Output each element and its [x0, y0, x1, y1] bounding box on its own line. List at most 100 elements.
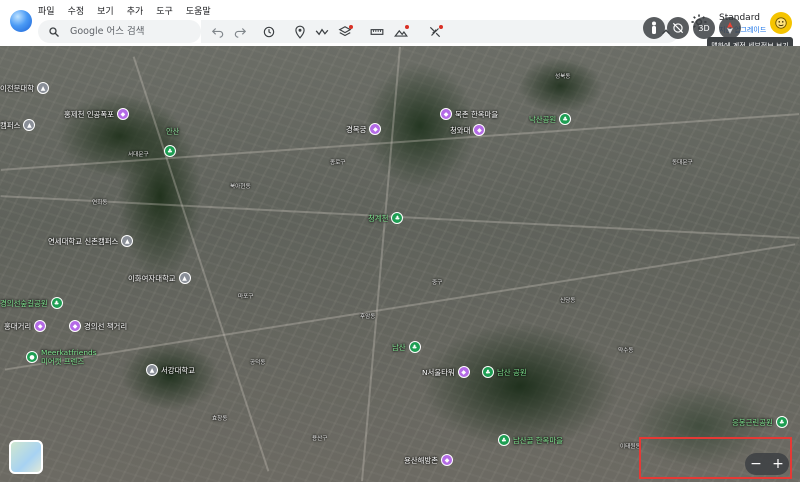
landmark-icon: ◆	[69, 320, 81, 332]
menu-edit[interactable]: 수정	[68, 3, 92, 17]
layers-button[interactable]	[335, 22, 355, 42]
area-label: 용산구	[312, 436, 328, 442]
tilt-icon	[672, 22, 684, 34]
park-icon: ♣	[391, 212, 404, 224]
area-label: 중구	[432, 280, 443, 286]
poi-namsan-hanok[interactable]: ♣ 남산골 한옥마을	[498, 434, 563, 446]
area-label: 종로구	[330, 160, 346, 166]
label-ansan: 안산	[166, 127, 180, 136]
area-label: 이태원동	[620, 444, 641, 450]
redo-button[interactable]	[230, 22, 250, 42]
street-view-button[interactable]	[643, 17, 665, 39]
pegman-icon	[652, 21, 656, 34]
avatar-face-icon	[775, 17, 787, 29]
satellite-tools-button[interactable]	[425, 22, 445, 42]
area-label: 북아현동	[230, 184, 251, 190]
park-icon: ♣	[408, 341, 421, 353]
menu-bar: 파일 수정 보기 추가 도구 도움말	[38, 3, 224, 17]
google-earth-logo[interactable]	[10, 10, 32, 32]
poi-gyeongui-book[interactable]: ◆ 경의선 책거리	[69, 320, 127, 332]
menu-tools[interactable]: 도구	[156, 3, 180, 17]
landmark-icon: ◆	[473, 124, 486, 136]
university-icon: ▲	[178, 272, 191, 284]
placemark-icon	[295, 25, 305, 39]
poi-naksan[interactable]: 낙산공원 ♣	[529, 113, 572, 125]
area-label: 연희동	[92, 200, 108, 206]
menu-add[interactable]: 추가	[127, 3, 151, 17]
avatar[interactable]	[770, 12, 792, 34]
poi-bukchon[interactable]: ◆ 북촌 한옥마을	[440, 108, 498, 120]
area-label: 성북동	[555, 74, 571, 80]
poi-right-park[interactable]: 응봉근린공원 ♣	[732, 416, 788, 428]
map-style-thumbnail[interactable]	[9, 440, 43, 474]
poi-ansan-park[interactable]: ♣	[164, 145, 176, 157]
poi-left-campus[interactable]: 캠퍼스 ▲	[0, 119, 36, 131]
area-label: 서대문구	[128, 152, 149, 158]
path-icon	[315, 28, 329, 36]
landmark-icon: ◆	[369, 123, 382, 135]
poi-yongsan[interactable]: 용산해방촌 ◆	[404, 454, 453, 466]
search-box[interactable]	[38, 20, 201, 43]
draw-path-button[interactable]	[312, 22, 332, 42]
reset-tilt-button[interactable]	[667, 17, 689, 39]
compass-button[interactable]	[719, 17, 741, 39]
university-icon: ▲	[23, 119, 36, 131]
history-button[interactable]	[259, 22, 279, 42]
landmark-icon: ◆	[34, 320, 47, 332]
poi-ewha[interactable]: 이화여자대학교 ▲	[128, 272, 191, 284]
park-icon: ♣	[559, 113, 572, 125]
poi-gyeongbok[interactable]: 경복궁 ◆	[346, 123, 382, 135]
poi-gyeongui-park[interactable]: 경의선숲길공원 ♣	[0, 297, 63, 309]
area-label: 약수동	[618, 348, 634, 354]
poi-meerkat[interactable]: ● Meerkatfriends 미어캣 프렌즈	[26, 348, 97, 366]
road	[132, 56, 270, 472]
area-label: 효창동	[212, 416, 228, 422]
area-label: 마포구	[238, 294, 254, 300]
cafe-icon: ●	[26, 351, 38, 363]
poi-hongjecheon[interactable]: 홍제천 인공폭포 ◆	[64, 108, 129, 120]
undo-button[interactable]	[208, 22, 228, 42]
road	[361, 46, 401, 482]
toggle-3d-button[interactable]: 3D	[693, 17, 715, 39]
park-icon: ♣	[482, 366, 494, 378]
landmark-icon: ◆	[457, 366, 470, 378]
poi-namsan-park[interactable]: ♣ 남산 공원	[482, 366, 527, 378]
poi-namsan[interactable]: 남산 ♣	[392, 341, 421, 353]
university-icon: ▲	[37, 82, 49, 94]
poi-namsan-tower[interactable]: N서울타워 ◆	[422, 366, 470, 378]
landmark-icon: ◆	[116, 108, 129, 120]
zoom-out-button[interactable]: −	[745, 453, 767, 475]
history-icon	[263, 26, 275, 38]
poi-left-univ[interactable]: 이전문대학 ▲	[0, 82, 49, 94]
compass-icon	[727, 22, 733, 34]
poi-cheongwadae[interactable]: 청와대 ◆	[450, 124, 486, 136]
add-placemark-button[interactable]	[290, 22, 310, 42]
menu-help[interactable]: 도움말	[186, 3, 218, 17]
satellite-map[interactable]: 이전문대학 ▲ 캠퍼스 ▲ 홍제천 인공폭포 ◆ 안산 ♣ 연세대학교 신촌캠퍼…	[0, 46, 800, 482]
poi-sogang[interactable]: ▲ 서강대학교	[146, 364, 195, 376]
park-icon: ♣	[50, 297, 63, 309]
zoom-control: − +	[745, 453, 789, 475]
undo-icon	[211, 28, 224, 38]
area-label: 신당동	[560, 298, 576, 304]
university-icon: ▲	[146, 364, 158, 376]
park-icon: ♣	[775, 416, 788, 428]
poi-sinchon[interactable]: 연세대학교 신촌캠퍼스 ▲	[48, 235, 134, 247]
zoom-in-button[interactable]: +	[767, 453, 789, 475]
poi-cheonggye[interactable]: 청계천 ♣	[368, 212, 404, 224]
menu-file[interactable]: 파일	[38, 3, 62, 17]
satellite-notification-dot	[439, 25, 443, 29]
toolbar	[201, 20, 679, 43]
image-overlay-button[interactable]	[391, 22, 411, 42]
search-input[interactable]	[70, 26, 190, 37]
measure-button[interactable]	[367, 22, 387, 42]
university-icon: ▲	[121, 235, 134, 247]
search-icon	[49, 26, 59, 37]
menu-view[interactable]: 보기	[97, 3, 121, 17]
area-label: 동대문구	[672, 160, 693, 166]
overlay-notification-dot	[405, 25, 409, 29]
area-label: 공덕동	[250, 360, 266, 366]
park-icon: ♣	[498, 434, 510, 446]
poi-hongdae[interactable]: 홍대거리 ◆	[4, 320, 47, 332]
area-label: 후암동	[360, 314, 376, 320]
